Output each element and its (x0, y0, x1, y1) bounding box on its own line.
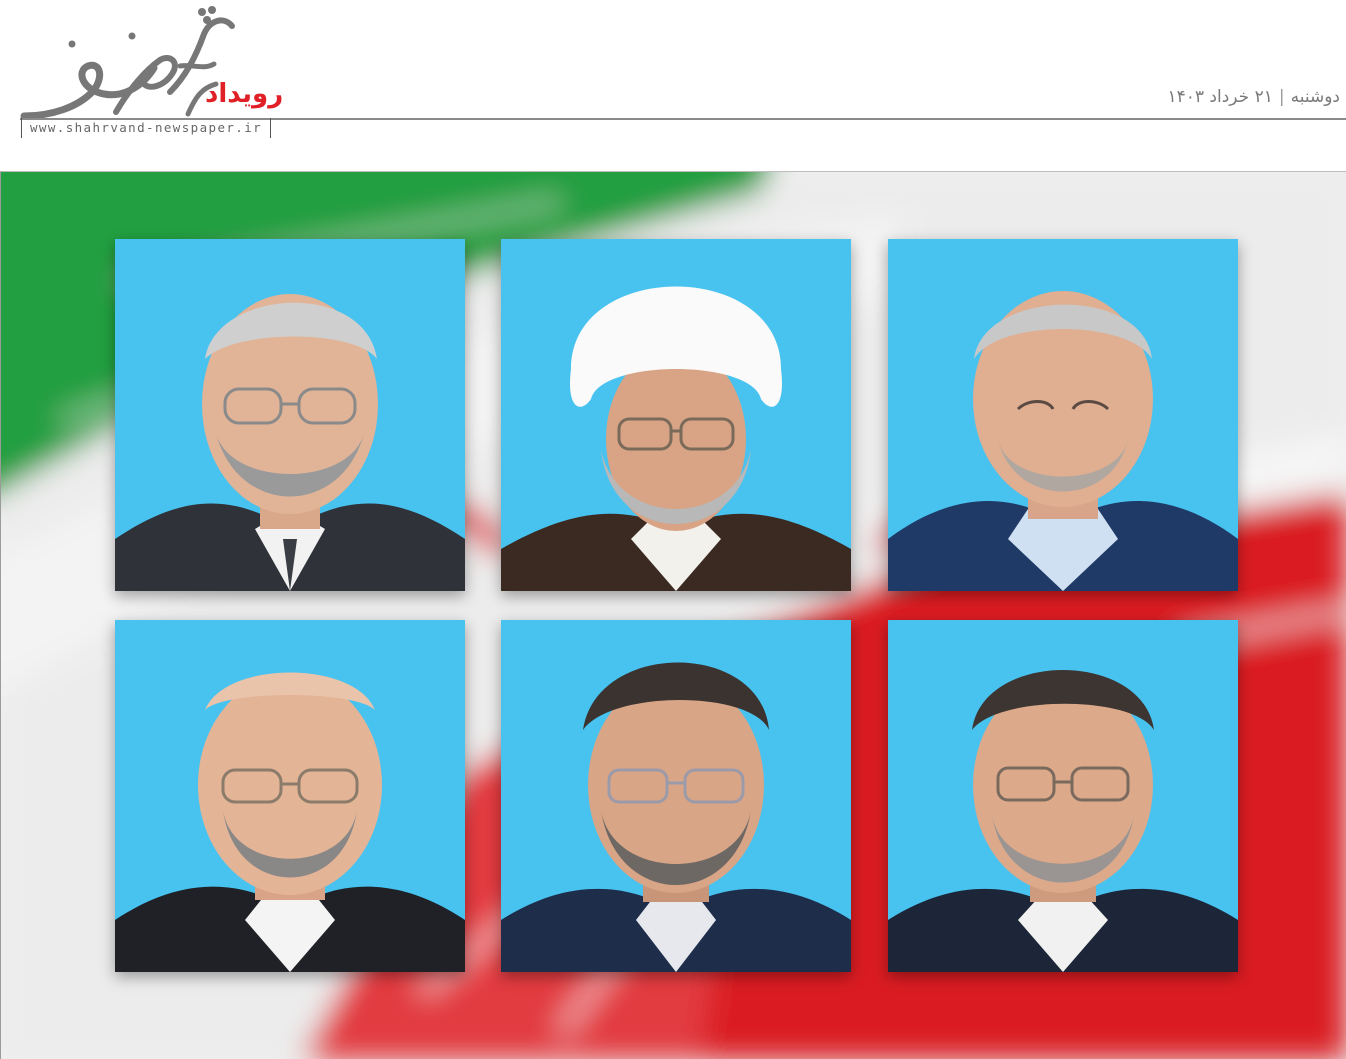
issue-date: دوشنبه|۲۱ خرداد ۱۴۰۳ (1168, 85, 1341, 109)
section-label: رویداد (205, 79, 284, 109)
weekday-label: دوشنبه (1290, 87, 1340, 107)
portrait-icon (115, 239, 465, 591)
candidate-portrait (115, 239, 465, 591)
portrait-icon (501, 620, 851, 972)
candidate-portrait (501, 239, 851, 591)
page-header: رویداد www.shahrvand-newspaper.ir دوشنبه… (0, 0, 1346, 170)
candidate-portrait (888, 239, 1238, 591)
portrait-icon (888, 239, 1238, 591)
date-separator: | (1278, 87, 1285, 107)
candidate-portrait (888, 620, 1238, 972)
portrait-icon (115, 620, 465, 972)
portrait-icon (501, 239, 851, 591)
candidate-portrait (501, 620, 851, 972)
website-url[interactable]: www.shahrvand-newspaper.ir (21, 118, 272, 138)
portrait-icon (888, 620, 1238, 972)
candidate-portrait (115, 620, 465, 972)
date-label: ۲۱ خرداد ۱۴۰۳ (1167, 87, 1273, 107)
hero-image (0, 171, 1346, 1059)
